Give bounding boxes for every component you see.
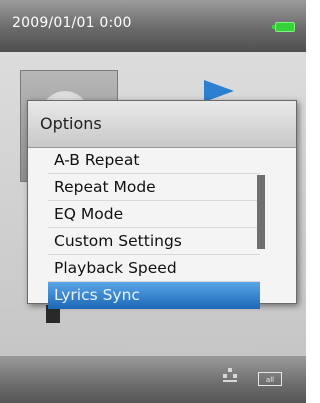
options-menu: Options A-B Repeat Repeat Mode EQ Mode C… — [27, 100, 297, 309]
option-eq-mode[interactable]: EQ Mode — [48, 201, 260, 228]
options-title-bar: Options — [28, 101, 296, 148]
option-ab-repeat[interactable]: A-B Repeat — [48, 147, 260, 174]
options-list: A-B Repeat Repeat Mode EQ Mode Custom Se… — [48, 147, 260, 309]
status-bar: 2009/01/01 0:00 — [0, 0, 306, 52]
media-player-screen: 2009/01/01 0:00 5 Options A-B Repeat Rep… — [0, 0, 306, 403]
option-playback-speed[interactable]: Playback Speed — [48, 255, 260, 282]
option-lyrics-sync[interactable]: Lyrics Sync — [48, 282, 260, 309]
scrollbar-thumb[interactable] — [257, 175, 265, 249]
options-title: Options — [40, 114, 102, 133]
option-custom-settings[interactable]: Custom Settings — [48, 228, 260, 255]
options-scrollbar[interactable] — [257, 175, 267, 295]
repeat-all-label: all — [265, 376, 275, 384]
network-icon — [223, 368, 237, 384]
play-arrow-icon — [204, 80, 234, 102]
option-repeat-mode[interactable]: Repeat Mode — [48, 174, 260, 201]
battery-icon — [272, 22, 295, 32]
repeat-all-icon: all — [258, 372, 282, 386]
date-time: 2009/01/01 0:00 — [12, 15, 132, 31]
